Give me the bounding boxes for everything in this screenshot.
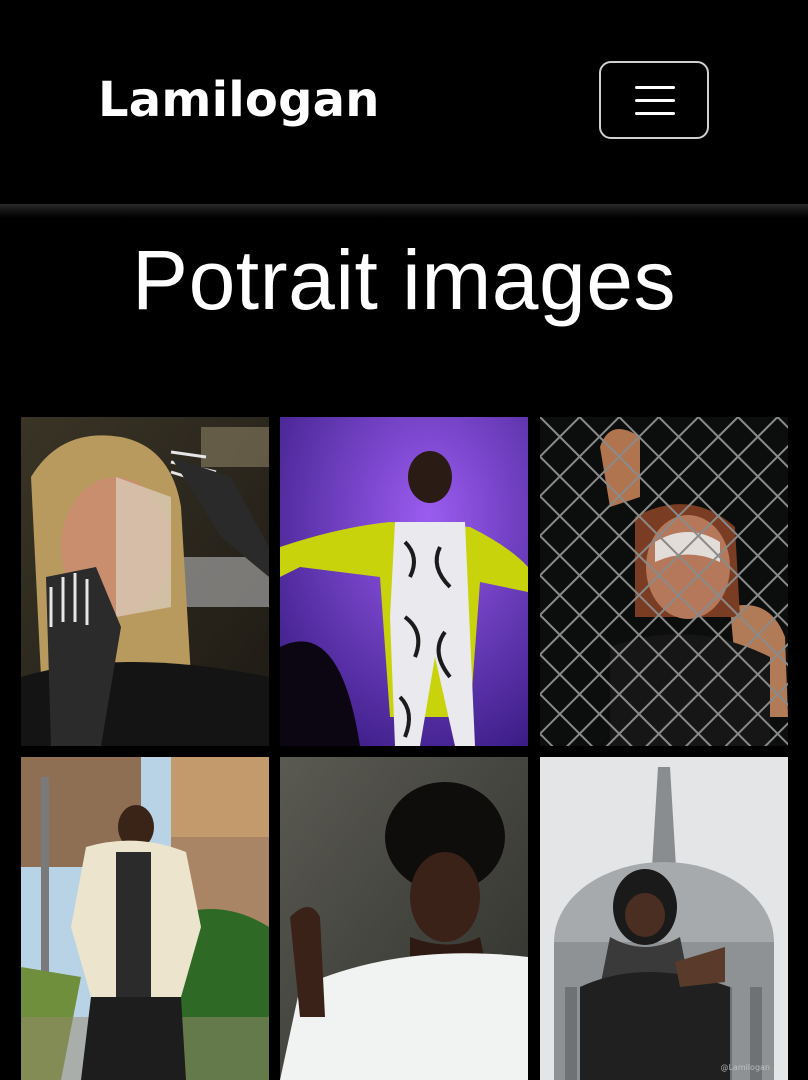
photo-chain-link-fence-face-paint-portrait[interactable] [540, 417, 788, 746]
photo-skeleton-makeup-portrait[interactable] [21, 417, 269, 746]
photo-man-scarf-dome-portrait[interactable]: @Lamilogan [540, 757, 788, 1080]
photo-man-cream-jacket-outdoor-portrait[interactable] [21, 757, 269, 1080]
navbar-divider [0, 204, 808, 218]
photo-purple-stage-yellow-coat-portrait[interactable] [280, 417, 528, 746]
hamburger-menu-icon [635, 99, 675, 102]
hamburger-menu-icon [635, 86, 675, 89]
photo-watermark: @Lamilogan [720, 1063, 770, 1072]
page-title: Potrait images [132, 233, 676, 327]
navbar: Lamilogan [0, 0, 808, 206]
photo-gallery: @Lamilogan [21, 417, 788, 1080]
photo-woman-white-shirt-studio-portrait[interactable] [280, 757, 528, 1080]
menu-toggle-button[interactable] [599, 61, 709, 139]
brand-logo[interactable]: Lamilogan [98, 70, 380, 130]
hamburger-menu-icon [635, 112, 675, 115]
